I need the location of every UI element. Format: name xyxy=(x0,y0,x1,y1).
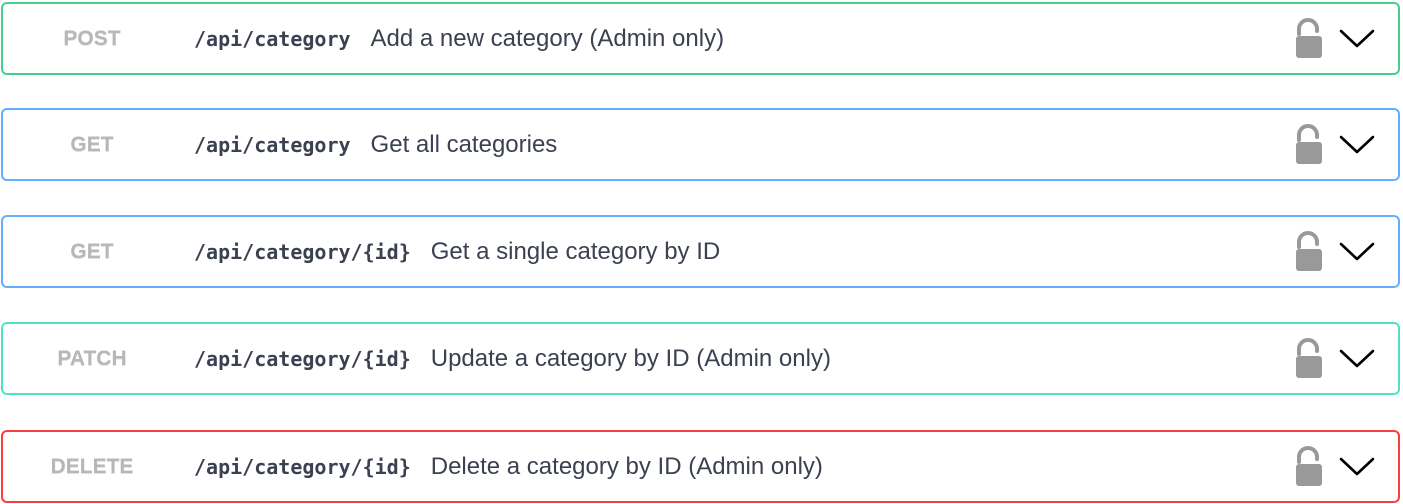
endpoint-summary: Get all categories xyxy=(370,130,558,158)
unlocked-padlock-icon[interactable] xyxy=(1292,444,1326,490)
method-badge: PATCH xyxy=(57,346,127,370)
chevron-down-icon[interactable] xyxy=(1338,237,1376,267)
operation-patch-category[interactable]: PATCH /api/category/{id} Update a catego… xyxy=(1,322,1400,395)
unlocked-padlock-icon[interactable] xyxy=(1292,122,1326,168)
unlocked-padlock-icon[interactable] xyxy=(1292,16,1326,62)
endpoint-summary: Delete a category by ID (Admin only) xyxy=(430,452,823,480)
endpoint-summary: Update a category by ID (Admin only) xyxy=(430,344,831,372)
endpoint-path: /api/category xyxy=(194,132,351,157)
method-badge: POST xyxy=(63,26,121,50)
unlocked-padlock-icon[interactable] xyxy=(1292,229,1326,275)
chevron-down-icon[interactable] xyxy=(1338,344,1376,374)
chevron-down-icon[interactable] xyxy=(1338,24,1376,54)
operation-get-category-by-id[interactable]: GET /api/category/{id} Get a single cate… xyxy=(1,215,1400,288)
operation-post-category[interactable]: POST /api/category Add a new category (A… xyxy=(1,2,1400,75)
method-badge: DELETE xyxy=(50,454,134,478)
method-badge: GET xyxy=(70,132,114,156)
endpoint-path: /api/category/{id} xyxy=(194,239,411,264)
operation-delete-category[interactable]: DELETE /api/category/{id} Delete a categ… xyxy=(1,430,1400,503)
unlocked-padlock-icon[interactable] xyxy=(1292,336,1326,382)
endpoint-path: /api/category/{id} xyxy=(194,346,411,371)
operation-get-categories[interactable]: GET /api/category Get all categories xyxy=(1,108,1400,181)
endpoint-summary: Add a new category (Admin only) xyxy=(370,24,725,52)
endpoint-summary: Get a single category by ID xyxy=(430,237,721,265)
chevron-down-icon[interactable] xyxy=(1338,130,1376,160)
endpoint-path: /api/category/{id} xyxy=(194,454,411,479)
endpoint-path: /api/category xyxy=(194,26,351,51)
method-badge: GET xyxy=(70,239,114,263)
chevron-down-icon[interactable] xyxy=(1338,452,1376,482)
